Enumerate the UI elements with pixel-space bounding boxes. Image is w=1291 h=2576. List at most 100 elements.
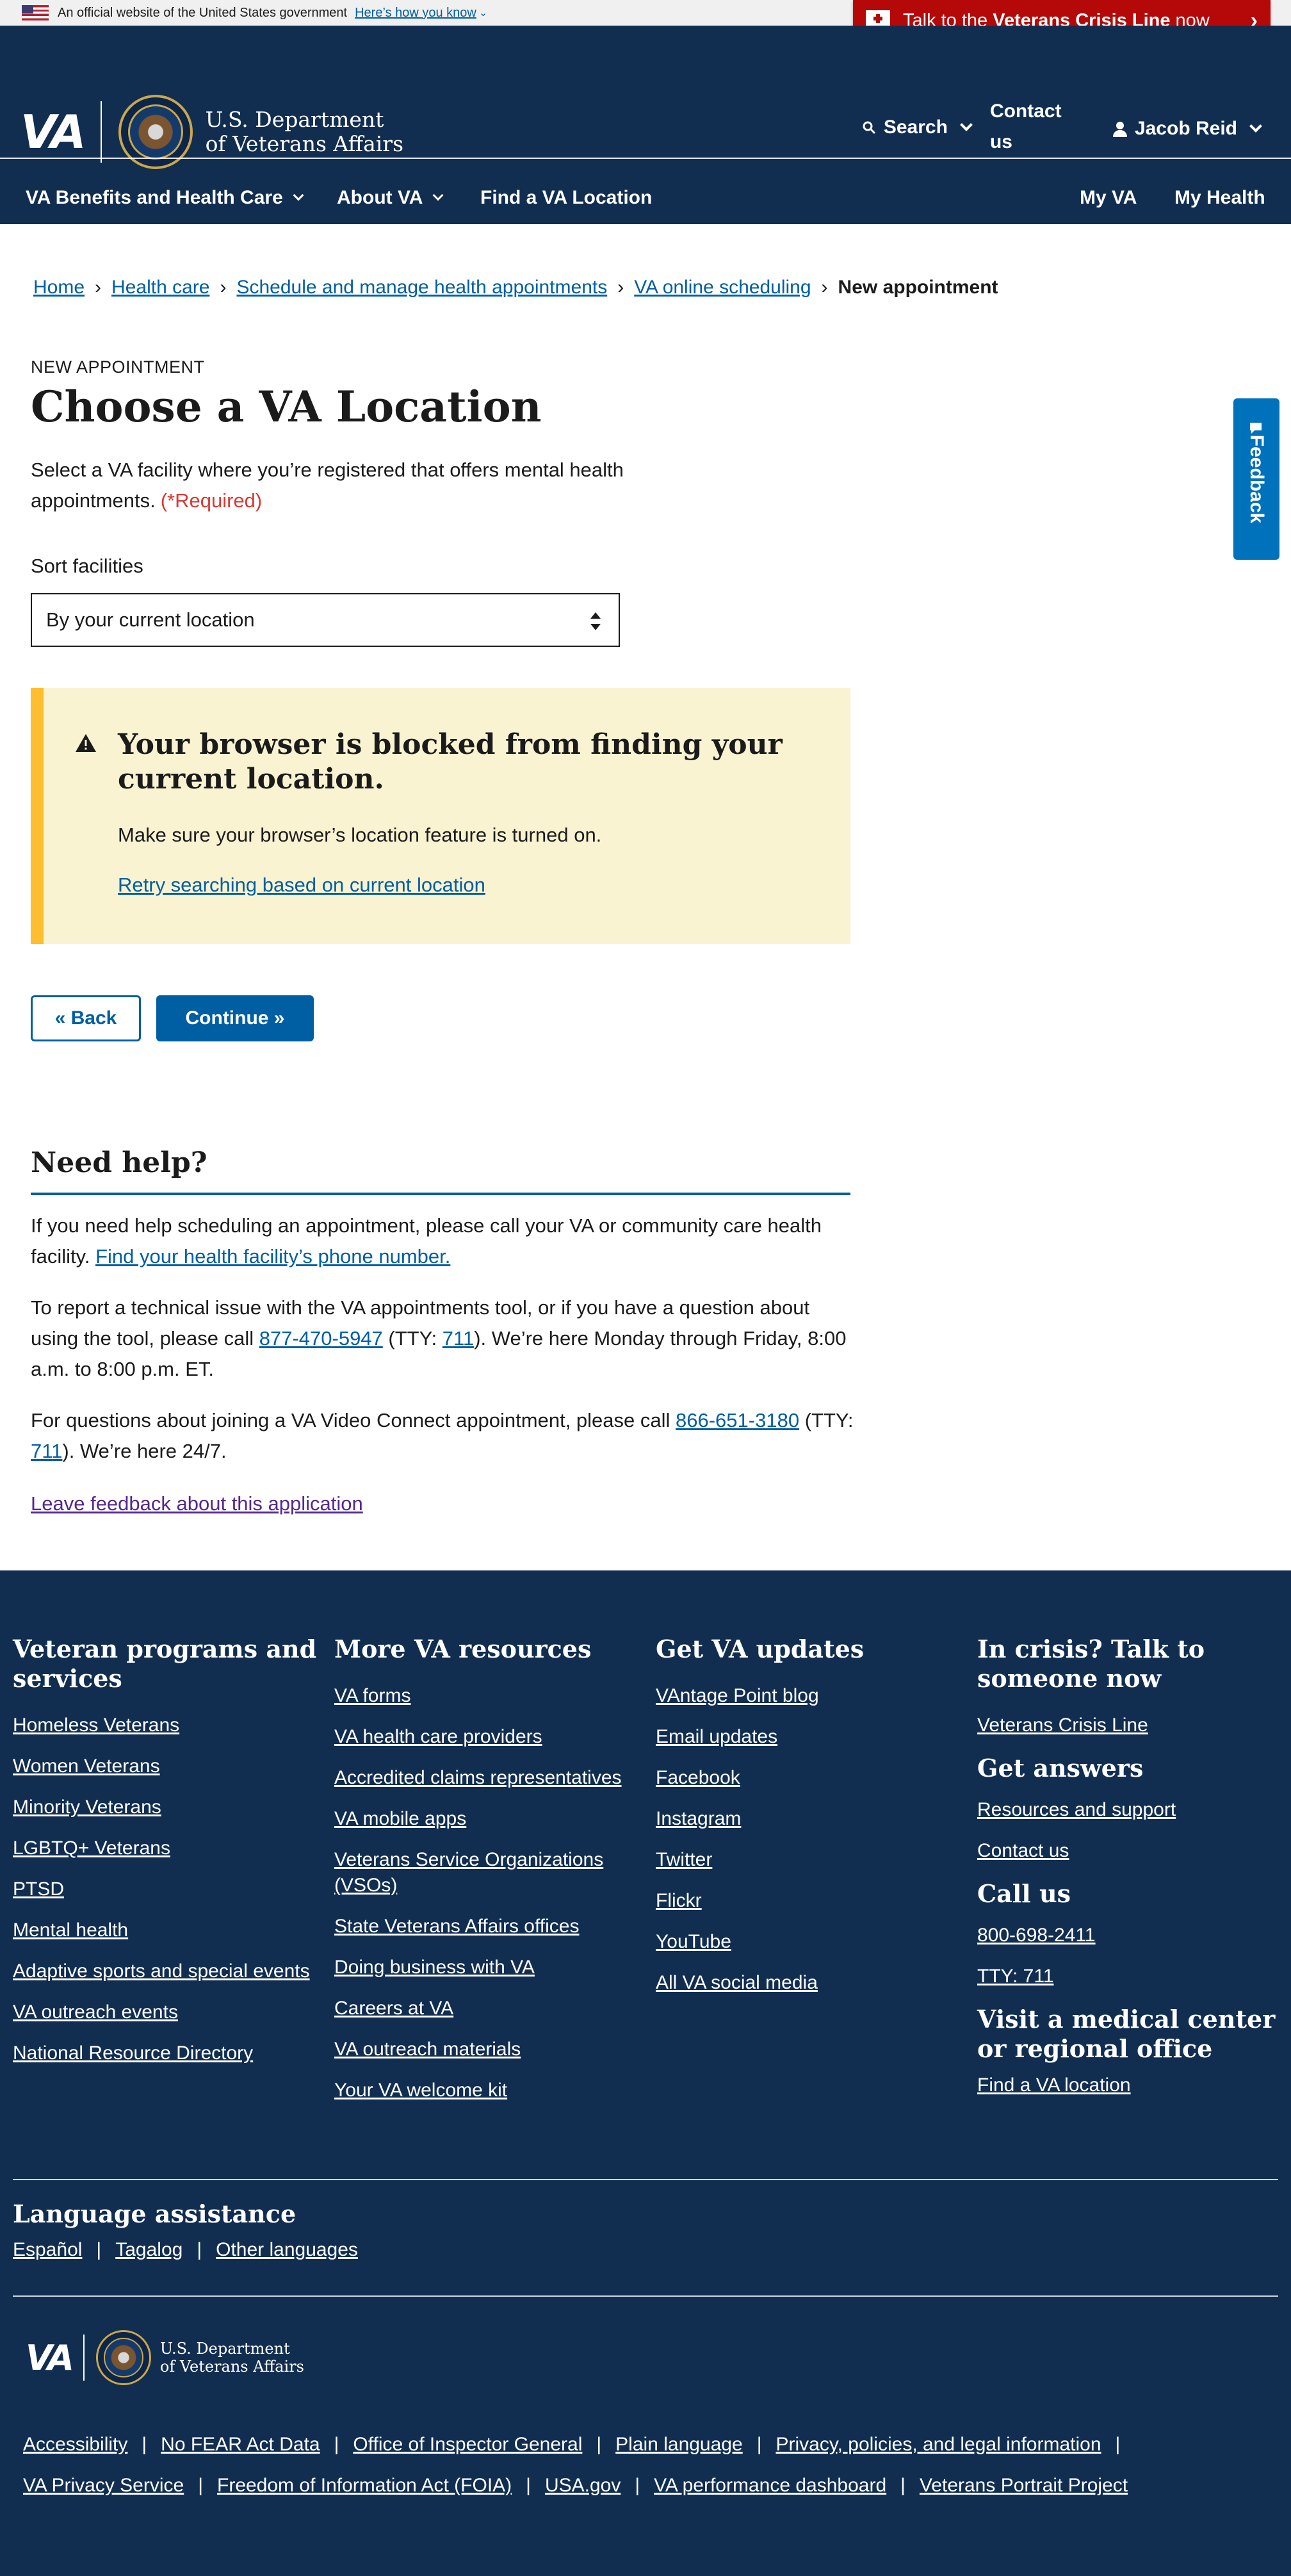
footer-link[interactable]: VA mobile apps	[334, 1808, 466, 1829]
footer-phone-link[interactable]: 800-698-2411	[977, 1925, 1096, 1946]
footer-heading: Call us	[977, 1879, 1071, 1908]
footer-link[interactable]: Mental health	[13, 1920, 128, 1941]
footer-link[interactable]: Facebook	[656, 1767, 740, 1788]
breadcrumb-separator: ›	[95, 277, 102, 298]
footer-link[interactable]: Flickr	[656, 1890, 702, 1911]
breadcrumb-home[interactable]: Home	[33, 277, 85, 298]
legal-links-row-2: VA Privacy Service | Freedom of Informati…	[23, 2475, 1128, 2497]
department-name: U.S. Department of Veterans Affairs	[159, 2340, 304, 2376]
footer-heading: Veteran programs and services	[13, 1634, 317, 1693]
legal-link[interactable]: Veterans Portrait Project	[920, 2475, 1128, 2497]
legal-link[interactable]: VA performance dashboard	[654, 2475, 886, 2497]
footer-link[interactable]: VA health care providers	[334, 1726, 542, 1747]
footer-link[interactable]: VA outreach materials	[334, 2039, 521, 2060]
back-button[interactable]: « Back	[31, 995, 141, 1041]
footer-link[interactable]: YouTube	[656, 1931, 731, 1952]
legal-link[interactable]: Freedom of Information Act (FOIA)	[217, 2475, 512, 2497]
breadcrumb-separator: ›	[821, 277, 828, 298]
nav-my-health[interactable]: My Health	[1174, 187, 1265, 209]
alert-heading: Your browser is blocked from finding you…	[118, 728, 783, 795]
legal-link[interactable]: Privacy, policies, and legal information	[775, 2434, 1101, 2456]
footer-divider	[13, 2295, 1278, 2297]
footer-link[interactable]: LGBTQ+ Veterans	[13, 1838, 170, 1859]
warning-icon	[76, 734, 96, 752]
feedback-tab[interactable]: Feedback	[1233, 398, 1279, 560]
language-link-spanish[interactable]: Español	[13, 2239, 82, 2261]
footer-link[interactable]: Careers at VA	[334, 1998, 453, 2019]
chevron-down-icon	[1249, 120, 1262, 133]
footer-link[interactable]: PTSD	[13, 1879, 64, 1900]
va-seal-icon	[95, 2330, 151, 2385]
breadcrumb-current: New appointment	[838, 277, 998, 298]
legal-link[interactable]: Accessibility	[23, 2434, 127, 2456]
phone-866-link[interactable]: 866-651-3180	[676, 1409, 799, 1431]
footer-link[interactable]: Minority Veterans	[13, 1797, 161, 1818]
footer-link[interactable]: VA outreach events	[13, 2001, 178, 2023]
footer-link[interactable]: Women Veterans	[13, 1756, 160, 1777]
legal-link[interactable]: Office of Inspector General	[353, 2434, 582, 2456]
search-label: Search	[883, 117, 948, 138]
user-menu-button[interactable]: Jacob Reid	[1112, 118, 1262, 140]
user-icon	[1112, 122, 1127, 137]
leave-feedback-link[interactable]: Leave feedback about this application	[31, 1492, 363, 1515]
find-facility-phone-link[interactable]: Find your health facility’s phone number…	[95, 1245, 450, 1268]
sort-selected-value: By your current location	[46, 608, 255, 631]
footer-link[interactable]: Find a VA location	[977, 2075, 1131, 2096]
footer-link[interactable]: Adaptive sports and special events	[13, 1961, 310, 1982]
help-technical-text: To report a technical issue with the VA …	[31, 1296, 847, 1380]
footer-tty-link[interactable]: TTY: 711	[977, 1966, 1054, 1987]
nav-about-va[interactable]: About VA	[337, 187, 444, 209]
footer-link[interactable]: Accredited claims representatives	[334, 1767, 622, 1788]
page-eyebrow: NEW APPOINTMENT	[31, 357, 205, 377]
footer-link[interactable]: Twitter	[656, 1849, 712, 1870]
user-name: Jacob Reid	[1134, 118, 1237, 139]
sort-facilities-select[interactable]: By your current location	[31, 593, 620, 647]
nav-my-va[interactable]: My VA	[1080, 187, 1137, 209]
legal-link[interactable]: VA Privacy Service	[23, 2475, 184, 2497]
language-assistance-heading: Language assistance	[13, 2199, 296, 2228]
search-button[interactable]: Search	[862, 117, 973, 138]
footer-link[interactable]: All VA social media	[656, 1972, 818, 1993]
tty-711-link[interactable]: 711	[443, 1327, 474, 1349]
nav-find-location[interactable]: Find a VA Location	[480, 187, 652, 209]
comment-icon	[1250, 423, 1262, 434]
footer-link[interactable]: Instagram	[656, 1808, 741, 1829]
language-link-tagalog[interactable]: Tagalog	[115, 2239, 183, 2261]
footer-crisis-link[interactable]: Veterans Crisis Line	[977, 1715, 1148, 1736]
tty-711-link[interactable]: 711	[31, 1440, 62, 1462]
heres-how-you-know-link[interactable]: Here’s how you know	[355, 6, 476, 20]
footer-link[interactable]: Your VA welcome kit	[334, 2080, 507, 2101]
nav-va-benefits[interactable]: VA Benefits and Health Care	[26, 187, 304, 209]
chevron-down-icon: ⌄	[478, 8, 488, 19]
legal-link[interactable]: Plain language	[615, 2434, 743, 2456]
site-footer: Veteran programs and services Homeless V…	[0, 1570, 1291, 2576]
footer-link[interactable]: Doing business with VA	[334, 1957, 535, 1978]
legal-link[interactable]: No FEAR Act Data	[161, 2434, 320, 2456]
breadcrumb-online-scheduling[interactable]: VA online scheduling	[634, 277, 811, 298]
footer-divider	[13, 2179, 1278, 2180]
footer-link[interactable]: Veterans Service Organizations (VSOs)	[334, 1849, 603, 1896]
contact-us-link[interactable]: Contact us	[990, 96, 1086, 158]
footer-link[interactable]: State Veterans Affairs offices	[334, 1916, 579, 1937]
footer-link[interactable]: Resources and support	[977, 1799, 1176, 1820]
legal-link[interactable]: USA.gov	[545, 2475, 621, 2497]
language-link-other[interactable]: Other languages	[216, 2239, 358, 2261]
breadcrumb-separator: ›	[617, 277, 624, 298]
breadcrumb-health-care[interactable]: Health care	[111, 277, 209, 298]
breadcrumb-schedule[interactable]: Schedule and manage health appointments	[236, 277, 607, 298]
help-scheduling-text: If you need help scheduling an appointme…	[31, 1214, 822, 1268]
phone-877-link[interactable]: 877-470-5947	[259, 1327, 383, 1349]
footer-link[interactable]: Email updates	[656, 1726, 777, 1747]
footer-link[interactable]: Contact us	[977, 1840, 1069, 1861]
continue-button[interactable]: Continue »	[156, 995, 314, 1041]
leave-feedback-paragraph: Leave feedback about this application	[31, 1488, 857, 1519]
footer-heading: In crisis? Talk to someone now	[977, 1634, 1205, 1693]
footer-va-logo[interactable]: VA U.S. Department of Veterans Affairs	[26, 2330, 304, 2385]
footer-link[interactable]: National Resource Directory	[13, 2042, 253, 2064]
footer-link[interactable]: Homeless Veterans	[13, 1715, 179, 1736]
footer-link[interactable]: VA forms	[334, 1685, 410, 1706]
footer-heading: Get answers	[977, 1754, 1144, 1782]
official-gov-banner: An official website of the United States…	[0, 0, 1291, 41]
footer-link[interactable]: VAntage Point blog	[656, 1685, 819, 1706]
retry-location-link[interactable]: Retry searching based on current locatio…	[118, 874, 485, 897]
